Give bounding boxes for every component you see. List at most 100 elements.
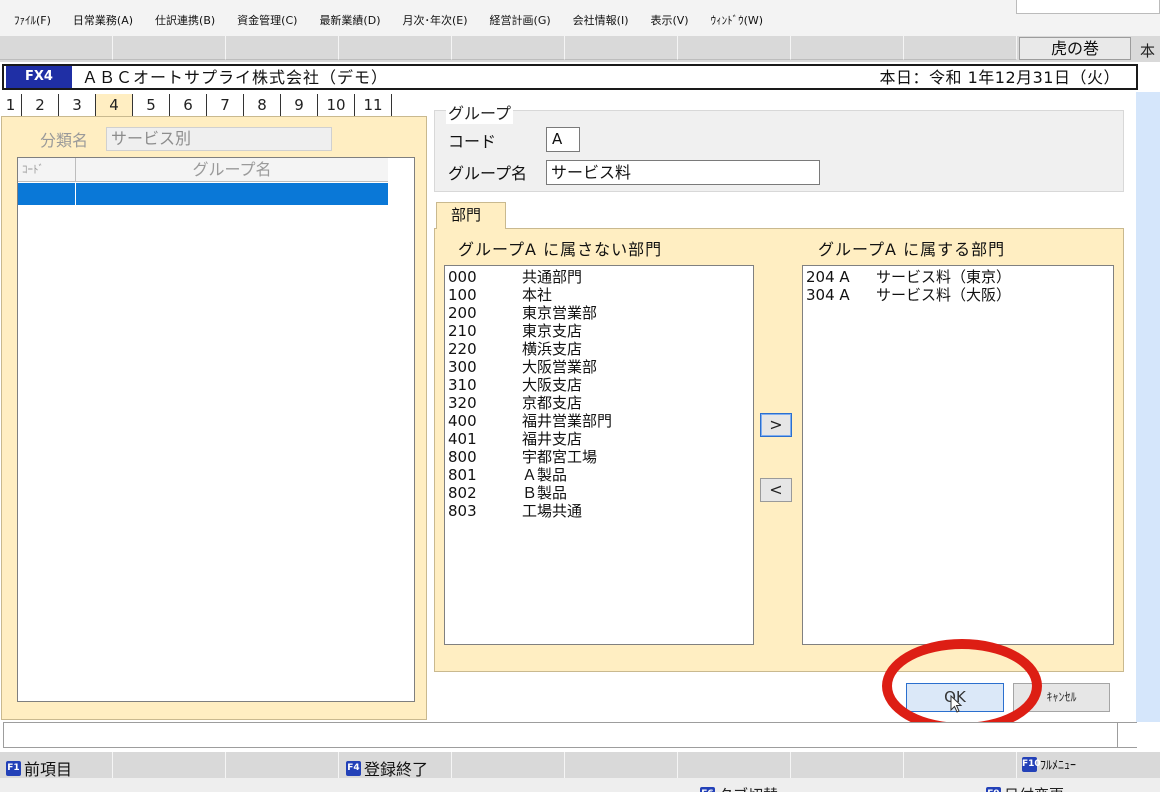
toolbar-cell — [904, 36, 1017, 60]
department-name: 大阪支店 — [522, 376, 583, 394]
list-item[interactable]: 100 本社 — [448, 286, 750, 304]
tab-3[interactable]: 3 — [59, 94, 96, 118]
department-code: 400 — [448, 412, 477, 430]
tab-2[interactable]: 2 — [22, 94, 59, 118]
toolbar-cell — [565, 36, 678, 60]
list-item[interactable]: 800 宇都宮工場 — [448, 448, 750, 466]
table-header: ｺｰﾄﾞ グループ名 — [18, 158, 388, 182]
department-code: 803 — [448, 502, 477, 520]
list-item[interactable]: 803 工場共通 — [448, 502, 750, 520]
menu-company-info[interactable]: 会社情報(I) — [573, 12, 629, 28]
list-item[interactable]: 320 京都支店 — [448, 394, 750, 412]
toolbar-cell — [791, 36, 904, 60]
department-name: 工場共通 — [522, 502, 583, 520]
tab-1[interactable]: 1 — [0, 94, 22, 118]
tab-8[interactable]: 8 — [244, 94, 281, 118]
department-name: Ａ製品 — [522, 466, 568, 484]
department-name: 宇都宮工場 — [522, 448, 598, 466]
list-item[interactable]: 000 共通部門 — [448, 268, 750, 286]
department-name: 共通部門 — [522, 268, 583, 286]
fkey-cell — [226, 752, 339, 778]
department-name: 大阪営業部 — [522, 358, 598, 376]
tab-9[interactable]: 9 — [281, 94, 318, 118]
fkey-f6[interactable]: F6 タブ切替 — [700, 784, 778, 792]
f9-key-icon: F9 — [986, 787, 1001, 792]
mouse-cursor-icon — [950, 695, 963, 713]
fkey-cell — [113, 752, 226, 778]
department-code: 220 — [448, 340, 477, 358]
department-code: 801 — [448, 466, 477, 484]
menu-file[interactable]: ﾌｧｲﾙ(F) — [14, 12, 51, 28]
col-header-group-name: グループ名 — [192, 160, 272, 179]
menu-bar: ﾌｧｲﾙ(F) 日常業務(A) 仕訳連携(B) 資金管理(C) 最新業績(D) … — [0, 0, 1160, 40]
department-code: 401 — [448, 430, 477, 448]
title-bar: FX4 ＡＢＣオートサプライ株式会社（デモ） 本日：令和 1年12月31日（火） — [2, 64, 1138, 90]
tab-4[interactable]: 4 — [96, 94, 133, 118]
menu-monthly-yearly[interactable]: 月次･年次(E) — [403, 12, 468, 28]
department-name: 東京営業部 — [522, 304, 598, 322]
menu-business-plan[interactable]: 経営計画(G) — [490, 12, 551, 28]
tab-10[interactable]: 10 — [318, 94, 355, 118]
department-code: 320 — [448, 394, 477, 412]
department-code: 800 — [448, 448, 477, 466]
list-item[interactable]: 210 東京支店 — [448, 322, 750, 340]
toolbar-cell — [0, 36, 113, 60]
fkey-label: タブ切替 — [718, 784, 778, 792]
member-title: グループA に属する部門 — [818, 240, 1006, 259]
tab-11[interactable]: 11 — [355, 94, 392, 118]
fkey-f1[interactable]: F1 前項目 — [6, 756, 72, 780]
list-item[interactable]: 220 横浜支店 — [448, 340, 750, 358]
f6-key-icon: F6 — [700, 787, 715, 792]
list-item[interactable]: 802 Ｂ製品 — [448, 484, 750, 502]
list-item[interactable]: 200 東京営業部 — [448, 304, 750, 322]
menu-daily-tasks[interactable]: 日常業務(A) — [73, 12, 133, 28]
row-separator — [75, 183, 76, 205]
classification-name-label: 分類名 — [40, 131, 89, 150]
fkey-label: 日付変更 — [1004, 784, 1064, 792]
toolbar — [0, 36, 1160, 62]
code-input[interactable]: A — [546, 127, 580, 152]
fkey-label: 前項目 — [24, 760, 73, 779]
menu-performance[interactable]: 最新業績(D) — [319, 12, 380, 28]
table-row-selected[interactable] — [18, 183, 388, 205]
not-member-list[interactable]: 000 共通部門 100 本社 200 東京営業部 210 東京支店 220 横浜支店 300 大阪営… — [444, 265, 754, 645]
department-code: 310 — [448, 376, 477, 394]
list-item[interactable]: 400 福井営業部門 — [448, 412, 750, 430]
tab-5[interactable]: 5 — [133, 94, 170, 118]
tab-7[interactable]: 7 — [207, 94, 244, 118]
list-item[interactable]: 401 福井支店 — [448, 430, 750, 448]
classification-tabs: 1 2 3 4 5 6 7 8 9 10 11 — [0, 94, 392, 118]
tora-no-maki-button[interactable]: 虎の巻 — [1019, 37, 1131, 60]
group-name-label: グループ名 — [448, 164, 528, 183]
menu-window[interactable]: ｳｨﾝﾄﾞｳ(W) — [711, 12, 763, 28]
list-item[interactable]: 801 Ａ製品 — [448, 466, 750, 484]
toolbar-cell — [452, 36, 565, 60]
fkey-f9[interactable]: F9 日付変更 — [986, 784, 1064, 792]
fkey-f4[interactable]: F4 登録終了 — [346, 756, 428, 780]
department-name: 横浜支店 — [522, 340, 583, 358]
department-name: Ｂ製品 — [522, 484, 568, 502]
member-list[interactable]: 204 A サービス料（東京） 304 A サービス料（大阪） — [802, 265, 1114, 645]
tab-6[interactable]: 6 — [170, 94, 207, 118]
fkey-cell — [565, 752, 678, 778]
f10-key-icon: F10 — [1022, 757, 1041, 772]
list-item[interactable]: 310 大阪支店 — [448, 376, 750, 394]
group-name-input[interactable]: サービス料 — [546, 160, 820, 185]
fkey-cell — [904, 752, 1017, 778]
side-panel — [1136, 92, 1160, 722]
list-item[interactable]: 300 大阪営業部 — [448, 358, 750, 376]
menu-funds[interactable]: 資金管理(C) — [237, 12, 297, 28]
move-left-button[interactable]: < — [760, 478, 792, 502]
list-item[interactable]: 304 A サービス料（大阪） — [806, 286, 1110, 304]
department-name: 京都支店 — [522, 394, 583, 412]
today-date: 本日：令和 1年12月31日（火） — [879, 68, 1120, 87]
fkey-cell — [452, 752, 565, 778]
move-right-button[interactable]: > — [760, 413, 792, 437]
fkey-f10[interactable]: F10 ﾌﾙﾒﾆｭｰ — [1022, 756, 1076, 773]
department-code: 210 — [448, 322, 477, 340]
menu-journal-link[interactable]: 仕訳連携(B) — [155, 12, 215, 28]
list-item[interactable]: 204 A サービス料（東京） — [806, 268, 1110, 286]
department-code: 300 — [448, 358, 477, 376]
menu-view[interactable]: 表示(V) — [650, 12, 688, 28]
tab-department[interactable]: 部門 — [436, 202, 506, 229]
